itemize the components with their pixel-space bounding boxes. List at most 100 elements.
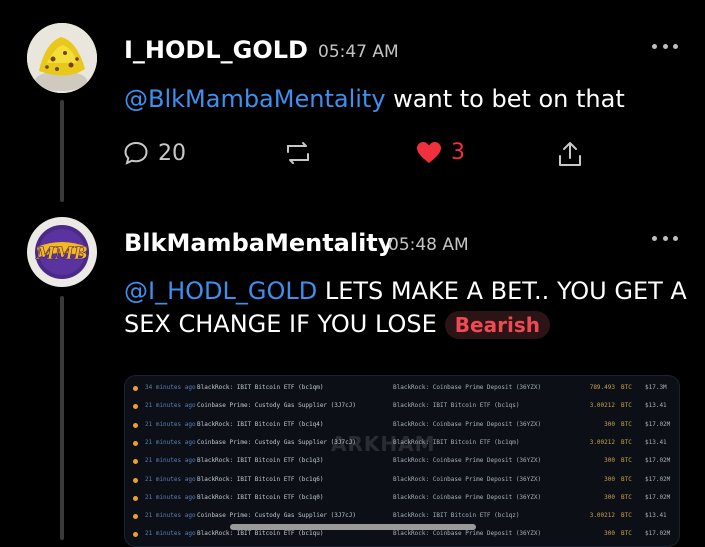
thread-line-lower	[60, 296, 64, 540]
amount: 300	[604, 457, 615, 465]
post-text-line2: SEX CHANGE IF YOU LOSE	[124, 310, 437, 338]
usd-value: $17.02M	[645, 530, 671, 538]
unit: BTC	[621, 493, 632, 501]
time-ago: 21 minutes ago	[145, 530, 196, 538]
post-text-line1: LETS MAKE A BET.. YOU GET A	[317, 277, 687, 305]
from-address: BlackRock: IBIT Bitcoin ETF (bc1qm)	[197, 384, 324, 391]
unit: BTC	[621, 438, 632, 446]
usd-value: $17.02M	[645, 457, 671, 465]
amount: 789.493	[589, 384, 615, 391]
timestamp: 05:48 AM	[388, 235, 469, 255]
unit: BTC	[621, 420, 632, 428]
comment-button[interactable]: 20	[123, 140, 186, 166]
usd-value: $13.41	[645, 512, 667, 520]
unit: BTC	[621, 530, 632, 538]
usd-value: $17.02M	[645, 420, 671, 428]
post-text-content: want to bet on that	[385, 85, 625, 113]
share-icon	[559, 142, 581, 166]
status-dot	[133, 386, 138, 391]
from-address: BlackRock: IBIT Bitcoin ETF (bc1q0)	[197, 493, 324, 501]
time-ago: 21 minutes ago	[145, 402, 196, 410]
to-address: BlackRock: IBIT Bitcoin ETF (bc1qm)	[393, 438, 520, 446]
amount: 300	[604, 420, 615, 428]
share-button[interactable]	[557, 140, 583, 168]
table-row: 21 minutes ago Coinbase Prime: Custody Ga…	[125, 435, 679, 453]
unit: BTC	[621, 384, 632, 391]
amount: 3.00212	[589, 438, 615, 446]
usd-value: $17.02M	[645, 475, 671, 483]
table-row: 21 minutes ago BlackRock: IBIT Bitcoin ET…	[125, 453, 679, 471]
mention-link[interactable]: @BlkMambaMentality	[124, 85, 386, 113]
status-dot	[133, 495, 138, 501]
unit: BTC	[621, 457, 632, 465]
amount: 3.00212	[589, 402, 615, 410]
table-row: 21 minutes ago BlackRock: IBIT Bitcoin ET…	[125, 472, 679, 490]
username[interactable]: BlkMambaMentality	[124, 229, 393, 257]
to-address: BlackRock: IBIT Bitcoin ETF (bc1qz)	[393, 512, 520, 520]
amount: 3.00212	[589, 512, 615, 520]
table-row: 21 minutes ago BlackRock: IBIT Bitcoin ET…	[125, 417, 679, 435]
scrollbar[interactable]	[230, 524, 476, 530]
status-dot	[133, 514, 138, 520]
time-ago: 34 minutes ago	[145, 384, 196, 391]
unit: BTC	[621, 475, 632, 483]
to-address: BlackRock: Coinbase Prime Deposit (36YZX…	[393, 475, 542, 483]
mamba-logo-avatar-icon: MMB	[27, 217, 97, 287]
status-dot	[133, 459, 138, 465]
time-ago: 21 minutes ago	[145, 420, 196, 428]
status-dot	[133, 422, 138, 428]
more-icon[interactable]	[652, 233, 678, 243]
gold-nugget-avatar-icon	[27, 23, 97, 93]
status-dot	[133, 404, 138, 410]
media-attachment[interactable]: ARKHAM 34 minutes ago BlackRock: IBIT Bit…	[124, 375, 680, 547]
status-dot	[133, 532, 138, 538]
time-ago: 21 minutes ago	[145, 475, 196, 483]
to-address: BlackRock: Coinbase Prime Deposit (36YZX…	[393, 384, 542, 391]
comment-icon	[124, 141, 148, 165]
amount: 300	[604, 530, 615, 538]
svg-text:MMB: MMB	[35, 244, 88, 264]
thread-line	[60, 100, 64, 202]
repost-icon	[287, 142, 309, 164]
time-ago: 21 minutes ago	[145, 493, 196, 501]
from-address: BlackRock: IBIT Bitcoin ETF (bc1q6)	[197, 475, 324, 483]
unit: BTC	[621, 402, 632, 410]
more-icon[interactable]	[652, 41, 678, 51]
sentiment-badge[interactable]: Bearish	[444, 311, 550, 339]
like-button[interactable]: 3	[416, 140, 465, 165]
repost-button[interactable]	[282, 140, 314, 166]
like-count: 3	[451, 140, 465, 165]
from-address: Coinbase Prime: Custody Gas Supplier (3J…	[197, 402, 356, 410]
avatar[interactable]	[27, 23, 97, 93]
mention-link[interactable]: @I_HODL_GOLD	[124, 277, 317, 305]
table-row: 21 minutes ago Coinbase Prime: Custody Ga…	[125, 398, 679, 416]
usd-value: $13.41	[645, 402, 667, 410]
to-address: BlackRock: Coinbase Prime Deposit (36YZX…	[393, 420, 542, 428]
username[interactable]: I_HODL_GOLD	[124, 36, 308, 64]
time-ago: 21 minutes ago	[145, 512, 196, 520]
unit: BTC	[621, 512, 632, 520]
timestamp: 05:47 AM	[318, 42, 399, 62]
comment-count: 20	[158, 140, 186, 166]
time-ago: 21 minutes ago	[145, 457, 196, 465]
to-address: BlackRock: IBIT Bitcoin ETF (bc1qs)	[393, 402, 520, 410]
post-text: @BlkMambaMentality want to bet on that	[124, 82, 625, 116]
status-dot	[133, 440, 138, 446]
from-address: BlackRock: IBIT Bitcoin ETF (bc1q4)	[197, 420, 324, 428]
avatar[interactable]: MMB	[27, 217, 97, 287]
status-dot	[133, 477, 138, 483]
amount: 300	[604, 493, 615, 501]
from-address: BlackRock: IBIT Bitcoin ETF (bc1q3)	[197, 457, 324, 465]
from-address: BlackRock: IBIT Bitcoin ETF (bc1qu)	[197, 530, 324, 538]
table-row: 21 minutes ago BlackRock: IBIT Bitcoin ET…	[125, 490, 679, 508]
post-text-line2-row: SEX CHANGE IF YOU LOSE Bearish	[124, 307, 550, 341]
table-row: 34 minutes ago BlackRock: IBIT Bitcoin ET…	[125, 380, 679, 398]
heart-icon	[417, 141, 441, 163]
usd-value: $13.41	[645, 438, 667, 446]
to-address: BlackRock: Coinbase Prime Deposit (36YZX…	[393, 530, 542, 538]
post-text: @I_HODL_GOLD LETS MAKE A BET.. YOU GET A	[124, 274, 687, 308]
to-address: BlackRock: Coinbase Prime Deposit (36YZX…	[393, 493, 542, 501]
usd-value: $17.02M	[645, 493, 671, 501]
from-address: Coinbase Prime: Custody Gas Supplier (3J…	[197, 438, 356, 446]
to-address: BlackRock: Coinbase Prime Deposit (36YZX…	[393, 457, 542, 465]
